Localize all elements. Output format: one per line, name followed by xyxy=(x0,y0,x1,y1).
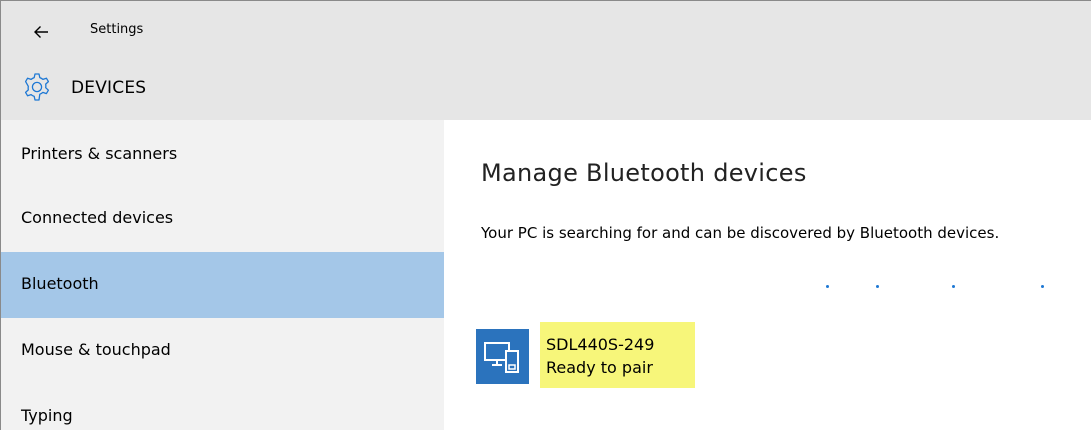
search-status-text: Your PC is searching for and can be disc… xyxy=(481,224,1000,242)
settings-window: Settings DEVICES Printers & scanners Con… xyxy=(0,0,1091,430)
sidebar-item-label: Mouse & touchpad xyxy=(21,340,171,359)
device-status: Ready to pair xyxy=(546,358,653,377)
sidebar-item-mouse-touchpad[interactable]: Mouse & touchpad xyxy=(1,318,444,384)
sidebar-item-printers-scanners[interactable]: Printers & scanners xyxy=(1,120,444,186)
back-arrow-icon xyxy=(34,26,48,38)
app-title: Settings xyxy=(90,22,144,37)
gear-icon xyxy=(24,73,50,101)
searching-progress-dot xyxy=(1041,285,1044,288)
sidebar-item-bluetooth[interactable]: Bluetooth xyxy=(1,252,444,318)
main-content: Manage Bluetooth devices Your PC is sear… xyxy=(444,120,1091,430)
section-title: Manage Bluetooth devices xyxy=(481,159,807,187)
page-title: DEVICES xyxy=(71,78,147,98)
device-info: SDL440S-249 Ready to pair xyxy=(540,322,695,388)
searching-progress-dot xyxy=(876,285,879,288)
sidebar-item-label: Connected devices xyxy=(21,208,174,227)
sidebar-item-label: Typing xyxy=(21,406,73,425)
searching-progress-dot xyxy=(952,285,955,288)
sidebar-item-label: Printers & scanners xyxy=(21,144,178,163)
device-tile xyxy=(476,329,529,384)
sidebar: Printers & scanners Connected devices Bl… xyxy=(1,120,444,430)
device-name: SDL440S-249 xyxy=(546,335,655,354)
sidebar-item-typing[interactable]: Typing xyxy=(1,384,444,430)
sidebar-item-connected-devices[interactable]: Connected devices xyxy=(1,186,444,252)
computer-phone-icon xyxy=(484,342,519,373)
back-button[interactable] xyxy=(25,17,57,47)
searching-progress-dot xyxy=(826,285,829,288)
sidebar-item-label: Bluetooth xyxy=(21,274,99,293)
header: Settings DEVICES xyxy=(1,1,1091,120)
